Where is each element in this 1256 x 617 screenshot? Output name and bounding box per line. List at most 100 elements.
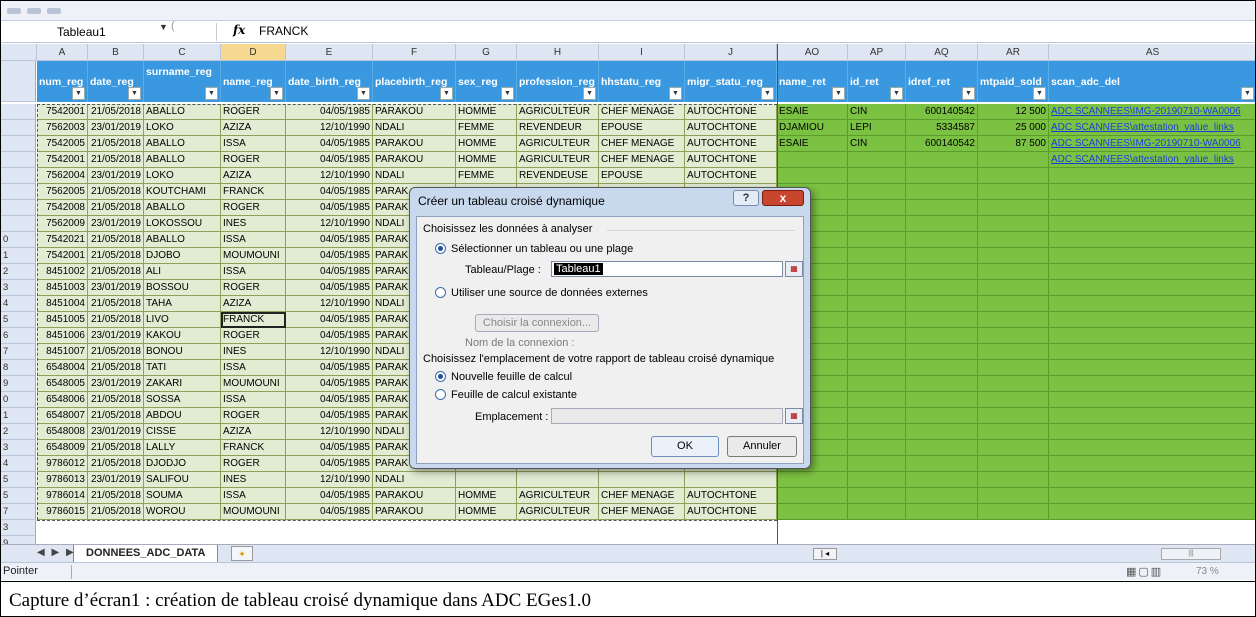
table-cell[interactable] [906, 296, 978, 312]
table-cell[interactable] [373, 536, 456, 544]
table-cell[interactable]: 04/05/1985 [286, 376, 373, 392]
table-cell[interactable] [906, 312, 978, 328]
table-cell[interactable]: TATI [144, 360, 221, 376]
table-cell[interactable] [37, 536, 88, 544]
filter-dropdown-icon[interactable]: ▼ [440, 87, 453, 100]
row-header[interactable]: 2 [1, 264, 36, 280]
filter-dropdown-icon[interactable]: ▼ [1033, 87, 1046, 100]
table-cell[interactable]: LEPI [848, 120, 906, 136]
table-cell[interactable]: CHEF MENAGE [599, 136, 685, 152]
table-cell[interactable] [848, 520, 906, 536]
filter-dropdown-icon[interactable]: ▼ [669, 87, 682, 100]
table-cell[interactable]: ROGER [221, 200, 286, 216]
row-header[interactable]: 5 [1, 312, 36, 328]
table-cell[interactable] [978, 408, 1049, 424]
table-cell[interactable] [777, 152, 848, 168]
cancel-button[interactable]: Annuler [727, 436, 797, 457]
row-header[interactable]: 4 [1, 456, 36, 472]
filter-dropdown-icon[interactable]: ▼ [270, 87, 283, 100]
table-cell[interactable]: 21/05/2018 [88, 232, 144, 248]
table-cell[interactable]: 04/05/1985 [286, 360, 373, 376]
row-header[interactable]: 9 [1, 376, 36, 392]
table-cell[interactable]: EPOUSE [599, 120, 685, 136]
filter-dropdown-icon[interactable]: ▼ [205, 87, 218, 100]
column-header-f[interactable]: F [373, 44, 456, 61]
radio-icon[interactable] [435, 389, 446, 400]
table-cell[interactable] [1049, 360, 1255, 376]
table-cell[interactable]: FRANCK [221, 184, 286, 200]
table-cell[interactable] [685, 520, 777, 536]
row-header[interactable]: 2 [1, 424, 36, 440]
table-cell[interactable]: HOMME [456, 136, 517, 152]
table-cell[interactable]: PARAKOU [373, 488, 456, 504]
table-cell[interactable] [848, 168, 906, 184]
filter-dropdown-icon[interactable]: ▼ [1241, 87, 1254, 100]
table-cell[interactable]: WOROU [144, 504, 221, 520]
table-cell[interactable] [978, 264, 1049, 280]
table-cell[interactable]: 04/05/1985 [286, 312, 373, 328]
table-cell[interactable]: 04/05/1985 [286, 232, 373, 248]
row-header[interactable]: 1 [1, 248, 36, 264]
table-cell[interactable]: 21/05/2018 [88, 312, 144, 328]
table-cell[interactable] [456, 472, 517, 488]
table-cell[interactable] [978, 344, 1049, 360]
table-cell[interactable]: CIN [848, 104, 906, 120]
table-cell[interactable] [1049, 216, 1255, 232]
table-cell[interactable] [848, 312, 906, 328]
table-cell[interactable]: AGRICULTEUR [517, 104, 599, 120]
table-cell[interactable]: ABALLO [144, 232, 221, 248]
table-cell[interactable] [1049, 392, 1255, 408]
select-all-corner[interactable] [1, 44, 37, 61]
table-cell[interactable] [978, 440, 1049, 456]
table-cell[interactable] [777, 520, 848, 536]
table-cell[interactable]: AGRICULTEUR [517, 504, 599, 520]
filter-dropdown-icon[interactable]: ▼ [761, 87, 774, 100]
table-cell[interactable]: 7542001 [37, 104, 88, 120]
table-cell[interactable]: TAHA [144, 296, 221, 312]
table-cell[interactable] [978, 456, 1049, 472]
table-cell[interactable] [1049, 248, 1255, 264]
table-cell[interactable] [978, 168, 1049, 184]
table-cell[interactable] [848, 408, 906, 424]
column-header-j[interactable]: J [685, 44, 777, 61]
filter-dropdown-icon[interactable]: ▼ [832, 87, 845, 100]
filter-dropdown-icon[interactable]: ▼ [72, 87, 85, 100]
table-cell[interactable]: 23/01/2019 [88, 424, 144, 440]
table-cell[interactable] [978, 248, 1049, 264]
table-cell[interactable]: ROGER [221, 328, 286, 344]
table-cell[interactable]: MOUMOUNI [221, 504, 286, 520]
table-cell[interactable]: 6548008 [37, 424, 88, 440]
table-cell[interactable] [978, 328, 1049, 344]
row-header[interactable] [1, 216, 36, 232]
horizontal-scroll-left-icon[interactable]: | ◂ [813, 548, 837, 560]
column-header-ao[interactable]: AO [777, 44, 848, 61]
table-cell[interactable]: 7562009 [37, 216, 88, 232]
table-cell[interactable]: LOKO [144, 120, 221, 136]
table-cell[interactable] [906, 488, 978, 504]
table-cell[interactable]: PARAKOU [373, 136, 456, 152]
table-cell[interactable]: ABALLO [144, 152, 221, 168]
table-cell[interactable]: 6548004 [37, 360, 88, 376]
table-cell[interactable]: 21/05/2018 [88, 152, 144, 168]
table-cell[interactable] [777, 504, 848, 520]
table-cell[interactable] [848, 296, 906, 312]
table-cell[interactable] [906, 328, 978, 344]
table-cell[interactable] [848, 504, 906, 520]
table-cell[interactable] [848, 440, 906, 456]
table-cell[interactable]: 12/10/1990 [286, 120, 373, 136]
table-cell[interactable] [978, 312, 1049, 328]
table-cell[interactable]: 04/05/1985 [286, 456, 373, 472]
close-button[interactable]: x [762, 190, 804, 206]
table-cell[interactable]: 12/10/1990 [286, 424, 373, 440]
table-cell[interactable] [848, 472, 906, 488]
table-cell[interactable] [373, 520, 456, 536]
row-header[interactable]: 3 [1, 440, 36, 456]
table-cell[interactable] [848, 344, 906, 360]
column-header-e[interactable]: E [286, 44, 373, 61]
table-cell[interactable]: ISSA [221, 264, 286, 280]
table-cell[interactable] [906, 280, 978, 296]
table-cell[interactable]: FRANCK [221, 440, 286, 456]
column-header-ar[interactable]: AR [978, 44, 1049, 61]
table-cell[interactable] [848, 232, 906, 248]
table-cell[interactable] [848, 184, 906, 200]
